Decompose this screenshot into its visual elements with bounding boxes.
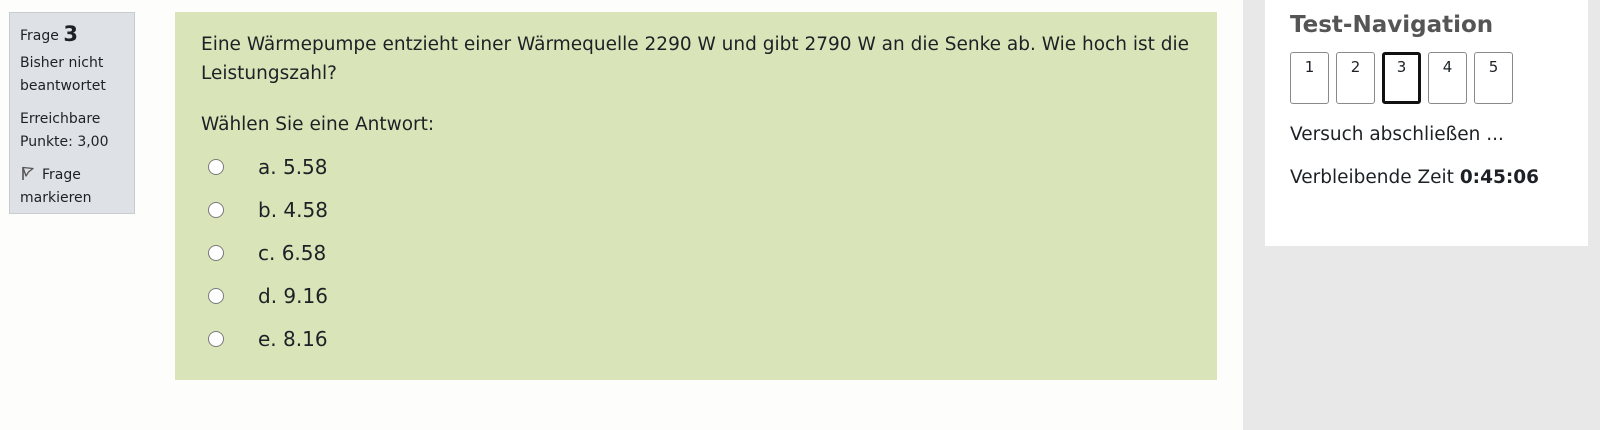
quiz-navigation-block: Test-Navigation 1 2 3 4 5 Versuch abschl…: [1265, 0, 1588, 246]
question-info-box: Frage 3 Bisher nicht beantwortet Erreich…: [9, 12, 135, 214]
question-number: 3: [63, 22, 78, 46]
radio-button[interactable]: [208, 330, 224, 347]
answer-option-b[interactable]: b. 4.58: [201, 188, 1191, 231]
answer-label: b. 4.58: [258, 197, 328, 222]
nav-button-question-1[interactable]: 1: [1290, 52, 1329, 104]
time-remaining: Verbleibende Zeit 0:45:06: [1290, 167, 1588, 188]
question-nav-buttons: 1 2 3 4 5: [1290, 52, 1588, 104]
flag-icon: [20, 165, 36, 181]
radio-button[interactable]: [208, 244, 224, 261]
answer-label: a. 5.58: [258, 154, 328, 179]
nav-button-question-5[interactable]: 5: [1474, 52, 1513, 104]
answer-list: a. 5.58 b. 4.58 c. 6.58 d. 9.16 e. 8.16: [201, 145, 1191, 360]
flag-question-link[interactable]: Frage markieren: [20, 164, 134, 210]
question-content: Eine Wärmepumpe entzieht einer Wärmequel…: [175, 12, 1217, 380]
question-status: Bisher nicht beantwortet: [20, 55, 106, 94]
nav-button-question-4[interactable]: 4: [1428, 52, 1467, 104]
nav-button-question-3[interactable]: 3: [1382, 52, 1421, 104]
answer-option-a[interactable]: a. 5.58: [201, 145, 1191, 188]
answer-option-c[interactable]: c. 6.58: [201, 231, 1191, 274]
finish-attempt-link[interactable]: Versuch abschließen ...: [1290, 124, 1588, 145]
question-number-line: Frage 3: [20, 23, 134, 48]
quiz-navigation-title: Test-Navigation: [1290, 12, 1494, 38]
radio-button[interactable]: [208, 158, 224, 175]
answer-label: d. 9.16: [258, 283, 328, 308]
answer-option-e[interactable]: e. 8.16: [201, 317, 1191, 360]
question-points: Erreichbare Punkte: 3,00: [20, 111, 109, 150]
answer-option-d[interactable]: d. 9.16: [201, 274, 1191, 317]
nav-button-question-2[interactable]: 2: [1336, 52, 1375, 104]
radio-button[interactable]: [208, 287, 224, 304]
quiz-page: Frage 3 Bisher nicht beantwortet Erreich…: [0, 0, 1600, 430]
radio-button[interactable]: [208, 201, 224, 218]
answer-label: e. 8.16: [258, 326, 328, 351]
answer-prompt: Wählen Sie eine Antwort:: [201, 114, 435, 135]
question-text: Eine Wärmepumpe entzieht einer Wärmequel…: [201, 34, 1190, 84]
time-remaining-label: Verbleibende Zeit: [1290, 167, 1454, 188]
question-label: Frage: [20, 28, 59, 44]
answer-label: c. 6.58: [258, 240, 327, 265]
time-remaining-value: 0:45:06: [1459, 167, 1539, 188]
